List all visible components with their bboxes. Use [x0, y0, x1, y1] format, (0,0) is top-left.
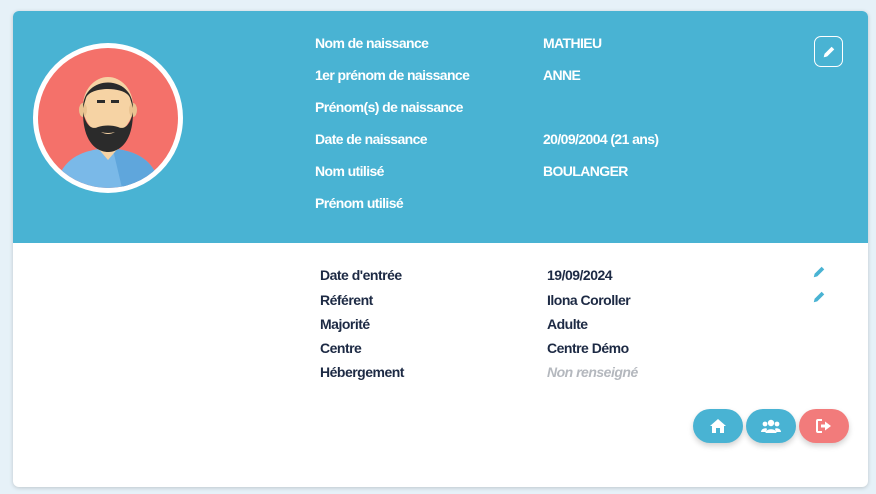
field-value-birth-date: 20/09/2004 (21 ans)	[543, 131, 659, 147]
field-value-first-name: ANNE	[543, 67, 581, 83]
field-label-used-name: Nom utilisé	[315, 163, 384, 179]
profile-card: Nom de naissance MATHIEU 1er prénom de n…	[13, 11, 868, 487]
detail-label-centre: Centre	[320, 340, 362, 356]
field-label-used-first-name: Prénom utilisé	[315, 195, 404, 211]
home-button[interactable]	[693, 409, 743, 443]
detail-value-entry-date: 19/09/2024	[547, 267, 613, 283]
detail-value-housing: Non renseigné	[547, 364, 638, 380]
pencil-icon	[823, 46, 834, 57]
detail-label-referent: Référent	[320, 292, 373, 308]
home-icon	[710, 419, 726, 433]
avatar-man-icon	[38, 48, 178, 188]
detail-label-majority: Majorité	[320, 316, 370, 332]
logout-button[interactable]	[799, 409, 849, 443]
detail-label-entry-date: Date d'entrée	[320, 267, 402, 283]
group-button[interactable]	[746, 409, 796, 443]
edit-profile-button[interactable]	[814, 36, 843, 67]
edit-referent-pencil-icon[interactable]	[812, 290, 826, 304]
profile-header: Nom de naissance MATHIEU 1er prénom de n…	[13, 11, 868, 243]
field-label-other-first-names: Prénom(s) de naissance	[315, 99, 463, 115]
detail-value-majority: Adulte	[547, 316, 588, 332]
detail-label-housing: Hébergement	[320, 364, 404, 380]
field-label-birth-name: Nom de naissance	[315, 35, 429, 51]
avatar	[33, 43, 183, 193]
sign-out-icon	[816, 419, 831, 433]
field-label-birth-date: Date de naissance	[315, 131, 428, 147]
edit-entry-date-pencil-icon[interactable]	[812, 265, 826, 279]
detail-value-centre: Centre Démo	[547, 340, 629, 356]
users-icon	[761, 419, 781, 433]
field-value-birth-name: MATHIEU	[543, 35, 602, 51]
field-value-used-name: BOULANGER	[543, 163, 628, 179]
detail-value-referent: Ilona Coroller	[547, 292, 631, 308]
field-label-first-name: 1er prénom de naissance	[315, 67, 470, 83]
